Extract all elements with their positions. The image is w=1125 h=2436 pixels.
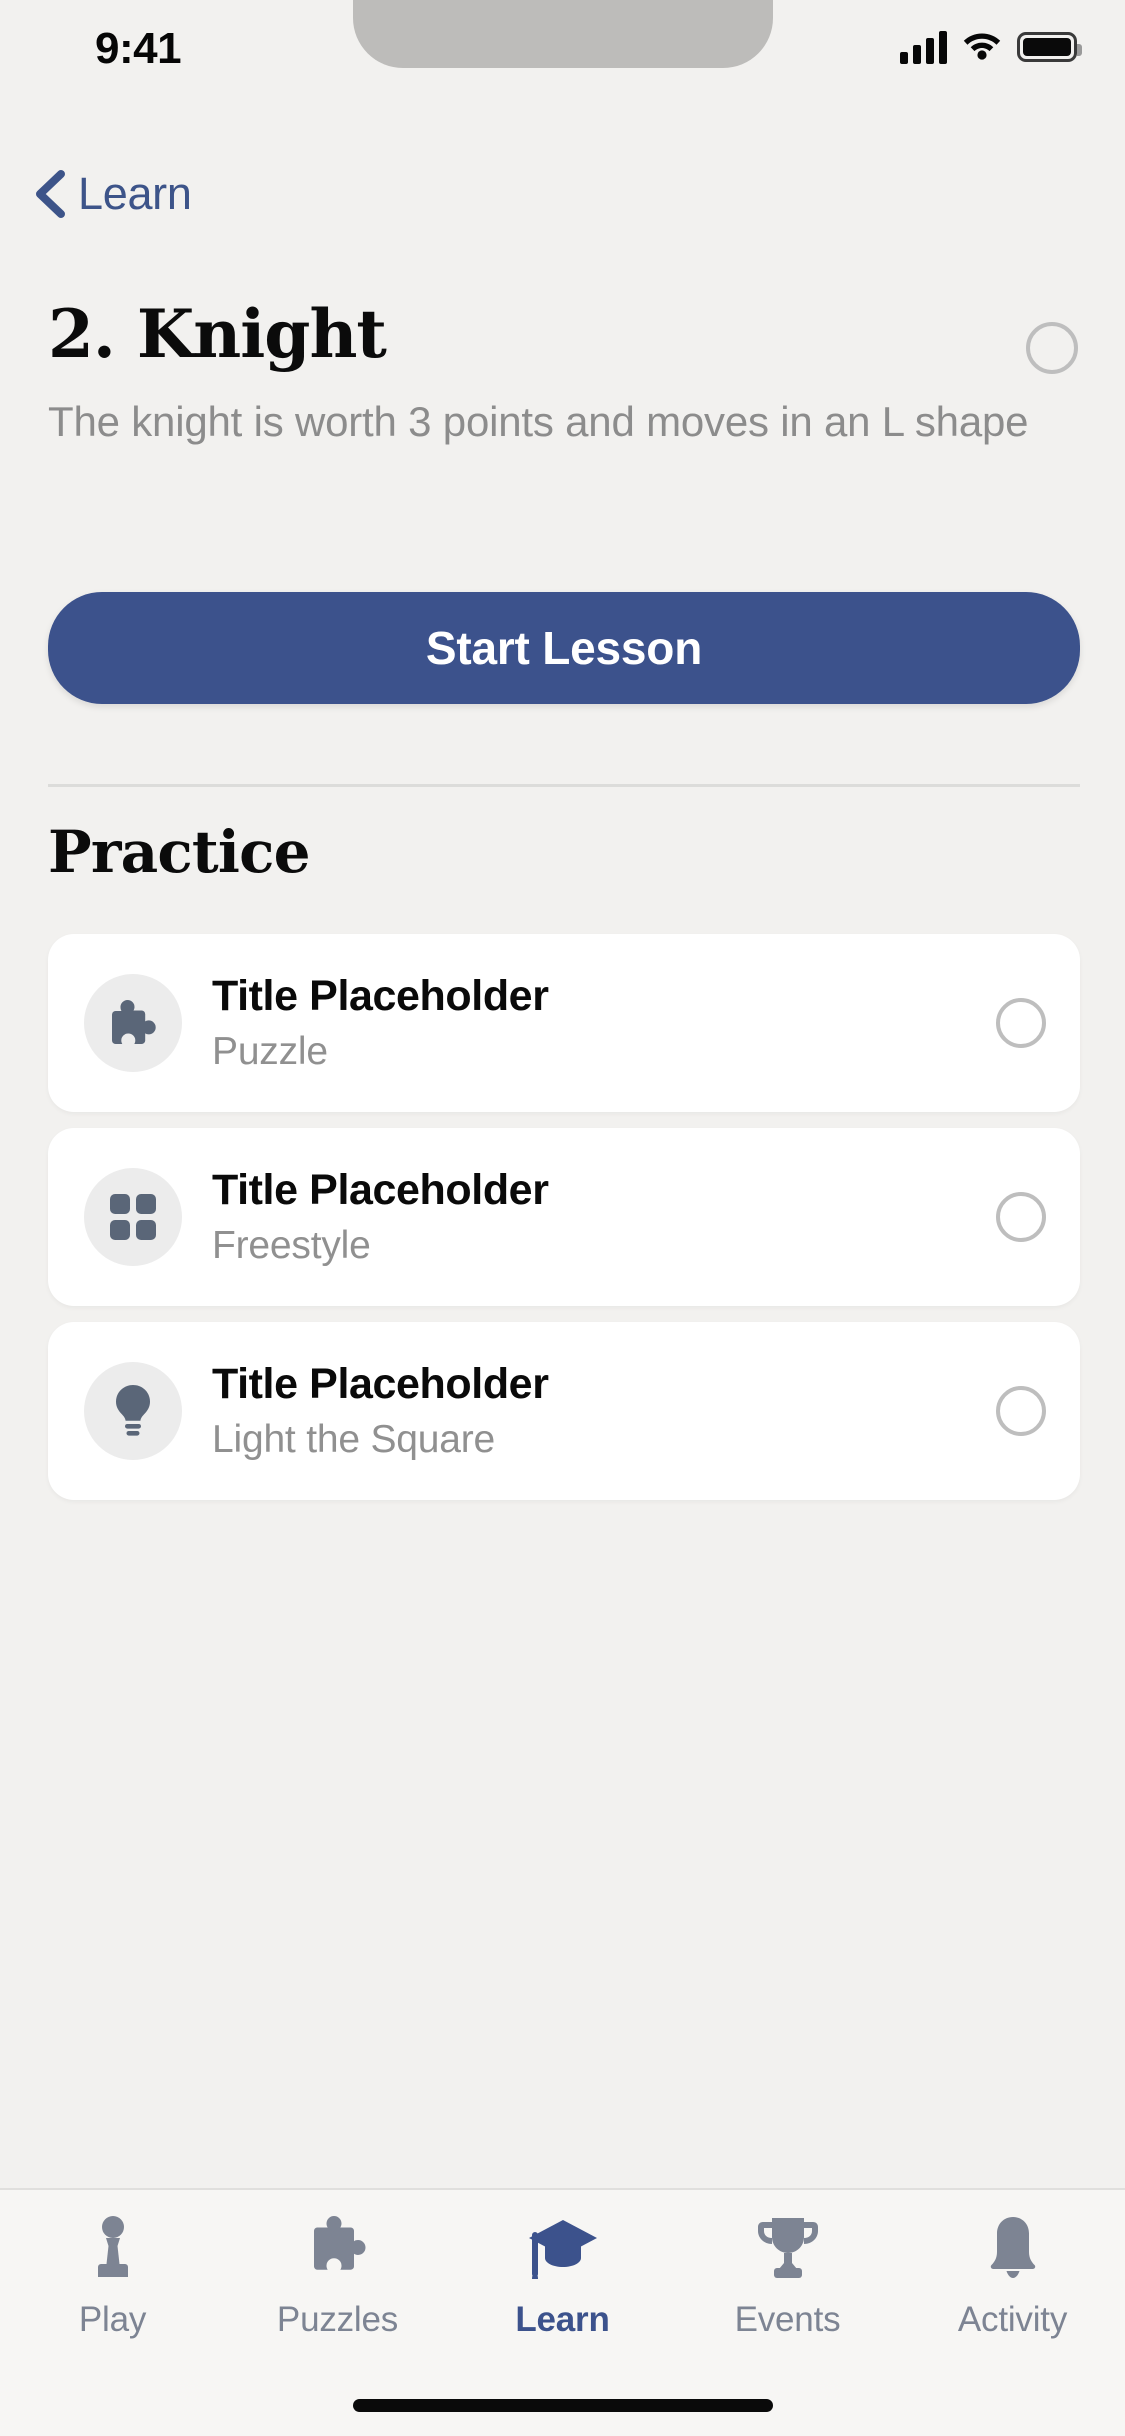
back-button[interactable]: Learn [32, 168, 192, 220]
grid-squares-icon [84, 1168, 182, 1266]
tab-puzzles-label: Puzzles [276, 2300, 399, 2339]
status-bar-indicators [900, 28, 1082, 65]
section-divider [48, 784, 1080, 787]
list-item[interactable]: Title Placeholder Freestyle [48, 1128, 1080, 1306]
list-item-subtitle: Freestyle [212, 1223, 371, 1267]
list-item[interactable]: Title Placeholder Light the Square [48, 1322, 1080, 1500]
practice-section-heading: Practice [48, 818, 311, 886]
list-item-text: Title Placeholder Puzzle [212, 972, 996, 1073]
bottom-tab-bar: Play Puzzles Learn Events Activity [0, 2188, 1125, 2436]
list-item-title: Title Placeholder [212, 1166, 549, 1215]
list-item-completion-circle[interactable] [996, 1192, 1046, 1242]
graduation-cap-icon [525, 2212, 601, 2290]
list-item-subtitle: Light the Square [212, 1417, 496, 1461]
list-item-completion-circle[interactable] [996, 998, 1046, 1048]
puzzle-piece-icon [303, 2212, 373, 2290]
tab-learn[interactable]: Learn [450, 2212, 675, 2360]
tab-learn-label: Learn [515, 2300, 610, 2339]
lesson-completion-circle[interactable] [1026, 322, 1078, 374]
battery-icon [1017, 31, 1082, 62]
list-item[interactable]: Title Placeholder Puzzle [48, 934, 1080, 1112]
tab-events[interactable]: Events [675, 2212, 900, 2360]
tab-activity-label: Activity [957, 2300, 1068, 2339]
practice-list: Title Placeholder Puzzle Title Placehold… [48, 934, 1080, 1500]
chess-pawn-icon [87, 2212, 139, 2290]
home-indicator [352, 2399, 773, 2412]
bell-icon [981, 2212, 1045, 2290]
lightbulb-icon [84, 1362, 182, 1460]
puzzle-piece-icon [84, 974, 182, 1072]
list-item-text: Title Placeholder Freestyle [212, 1166, 996, 1267]
tab-puzzles[interactable]: Puzzles [225, 2212, 450, 2360]
wifi-icon [962, 28, 1002, 65]
tab-play[interactable]: Play [0, 2212, 225, 2360]
list-item-subtitle: Puzzle [212, 1029, 328, 1073]
back-button-label: Learn [78, 168, 192, 219]
device-notch [352, 0, 773, 68]
tab-items: Play Puzzles Learn Events Activity [0, 2190, 1125, 2360]
lesson-header: 2. Knight The knight is worth 3 points a… [48, 295, 1080, 449]
tab-play-label: Play [78, 2300, 147, 2339]
list-item-text: Title Placeholder Light the Square [212, 1360, 996, 1461]
trophy-icon [752, 2212, 824, 2290]
page-title: 2. Knight [48, 295, 387, 373]
list-item-title: Title Placeholder [212, 972, 549, 1021]
status-bar-time: 9:41 [95, 24, 182, 73]
status-bar: 9:41 [0, 0, 1125, 132]
chevron-left-icon [32, 170, 66, 218]
tab-activity[interactable]: Activity [900, 2212, 1125, 2360]
lesson-description: The knight is worth 3 points and moves i… [48, 398, 1029, 445]
list-item-completion-circle[interactable] [996, 1386, 1046, 1436]
cellular-signal-icon [900, 30, 947, 64]
list-item-title: Title Placeholder [212, 1360, 549, 1409]
start-lesson-button[interactable]: Start Lesson [48, 592, 1080, 704]
lesson-title-row: 2. Knight [48, 295, 1080, 374]
tab-events-label: Events [734, 2300, 841, 2339]
